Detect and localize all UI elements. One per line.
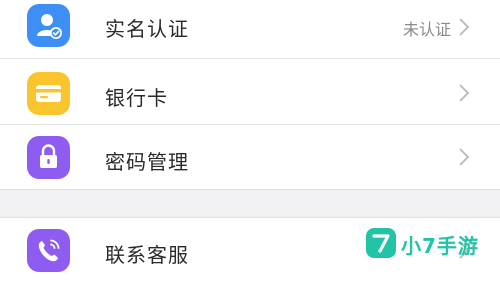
id-verify-icon — [27, 4, 70, 47]
menu-item-password[interactable]: 密码管理 — [0, 125, 500, 189]
watermark-text: 小7手游 — [401, 234, 479, 258]
settings-group-primary: 实名认证 未认证 银行卡 密码管理 — [0, 0, 500, 190]
divider — [0, 58, 500, 59]
lock-icon — [27, 136, 70, 179]
chevron-right-icon — [458, 147, 470, 167]
menu-item-label: 实名认证 — [105, 17, 189, 41]
menu-item-bank-card[interactable]: 银行卡 — [0, 60, 500, 125]
menu-item-label: 银行卡 — [105, 86, 168, 110]
menu-item-label: 联系客服 — [105, 243, 189, 267]
bank-card-icon — [27, 72, 70, 115]
watermark-logo: 小7手游 — [366, 228, 490, 258]
menu-item-real-name[interactable]: 实名认证 未认证 — [0, 0, 500, 59]
phone-icon — [27, 229, 70, 272]
verification-status: 未认证 — [402, 20, 451, 39]
chevron-right-icon — [458, 83, 470, 103]
menu-item-label: 密码管理 — [105, 150, 189, 174]
chevron-right-icon — [458, 17, 470, 37]
watermark-badge — [366, 228, 396, 258]
